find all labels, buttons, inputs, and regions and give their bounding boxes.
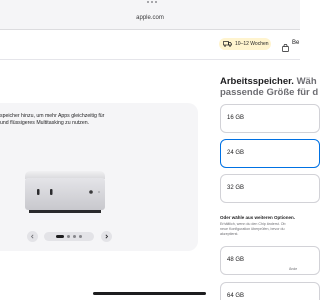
memory-title-strong: Arbeitsspeicher. xyxy=(220,76,294,87)
memory-option-24gb[interactable]: 24 GB xyxy=(220,139,320,168)
home-indicator[interactable] xyxy=(93,292,206,295)
memory-option-48gb[interactable]: 48 GB Ände xyxy=(220,246,320,275)
gallery-caption-line: und flüssigeres Multitasking zu nutzen. xyxy=(0,120,90,126)
memory-option-16gb[interactable]: 16 GB xyxy=(220,104,320,133)
memory-option-extra: Ände xyxy=(289,267,298,271)
url-text: apple.com xyxy=(136,15,164,21)
bag-link[interactable]: Be xyxy=(282,39,300,52)
product-gallery: speicher hinzu, um mehr Apps gleichzeiti… xyxy=(0,103,198,251)
gallery-dot[interactable] xyxy=(56,235,64,238)
more-options: Oder wähle aus weiteren Optionen. Erhält… xyxy=(220,215,310,237)
delivery-text: 10–12 Wochen xyxy=(235,41,269,47)
memory-option-label: 48 GB xyxy=(227,257,245,263)
gallery-caption-line: speicher hinzu, um mehr Apps gleichzeiti… xyxy=(0,113,105,119)
gallery-dot[interactable] xyxy=(79,235,82,238)
more-options-text: Erhältlich, wenn du den Chip änderst. Ob… xyxy=(220,222,310,237)
status-bar xyxy=(0,0,300,12)
truck-icon xyxy=(223,41,232,47)
gallery-next-button[interactable] xyxy=(101,231,112,242)
memory-option-label: 64 GB xyxy=(227,293,245,299)
memory-title: Arbeitsspeicher. Wäh passende Größe für … xyxy=(220,76,318,98)
gallery-prev-button[interactable] xyxy=(27,231,38,242)
gallery-dot[interactable] xyxy=(73,235,76,238)
delivery-badge: 10–12 Wochen xyxy=(219,38,271,50)
gallery-pagination[interactable] xyxy=(44,232,94,241)
memory-title-line2: passende Größe für d xyxy=(220,87,319,98)
url-bar[interactable]: apple.com xyxy=(0,12,300,30)
memory-title-muted: Wäh xyxy=(296,76,317,87)
memory-option-64gb[interactable]: 64 GB xyxy=(220,282,320,300)
bag-label: Be xyxy=(292,40,300,46)
memory-option-label: 32 GB xyxy=(227,185,245,191)
memory-option-label: 16 GB xyxy=(227,115,245,121)
memory-option-label: 24 GB xyxy=(227,150,245,156)
memory-option-32gb[interactable]: 32 GB xyxy=(220,174,320,203)
header-row: 10–12 Wochen Be xyxy=(0,30,300,60)
gallery-caption: speicher hinzu, um mehr Apps gleichzeiti… xyxy=(0,113,190,127)
bag-icon xyxy=(282,39,289,52)
more-options-title: Oder wähle aus weiteren Optionen. xyxy=(220,215,296,220)
status-dots xyxy=(147,1,157,3)
gallery-dot[interactable] xyxy=(67,235,70,238)
more-options-text-line: akzeptierst. xyxy=(220,232,239,236)
